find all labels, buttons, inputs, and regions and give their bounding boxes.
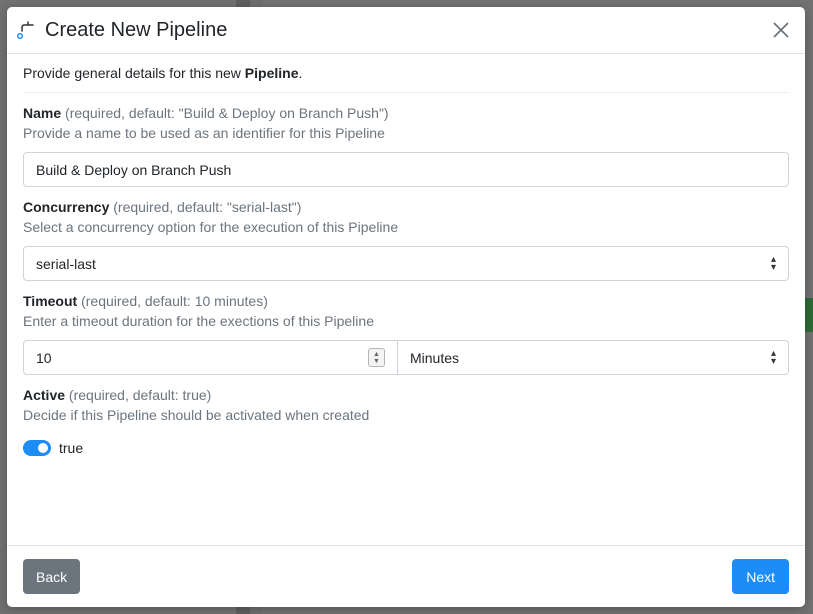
timeout-number-input[interactable]: 10 ▲ ▼ xyxy=(23,340,398,375)
back-button[interactable]: Back xyxy=(23,559,81,594)
next-button[interactable]: Next xyxy=(732,559,789,594)
close-icon[interactable] xyxy=(769,18,793,42)
active-help: Decide if this Pipeline should be activa… xyxy=(23,407,370,423)
active-toggle-label: true xyxy=(59,440,84,456)
modal-header: Create New Pipeline xyxy=(7,7,805,54)
name-field: Name (required, default: "Build & Deploy… xyxy=(23,103,789,187)
select-caret-icon: ▴ ▾ xyxy=(770,253,776,273)
modal-footer: Back Next xyxy=(7,545,805,607)
timeout-help: Enter a timeout duration for the exectio… xyxy=(23,313,374,329)
concurrency-select-value: serial-last xyxy=(36,255,96,272)
name-help: Provide a name to be used as an identifi… xyxy=(23,125,385,141)
name-input-value: Build & Deploy on Branch Push xyxy=(36,161,232,178)
timeout-field: Timeout (required, default: 10 minutes) … xyxy=(23,291,789,375)
intro-bold: Pipeline xyxy=(244,65,299,81)
concurrency-label: Concurrency (required, default: "serial-… xyxy=(23,199,302,215)
timeout-number-value: 10 xyxy=(36,349,52,366)
active-toggle-row: true xyxy=(23,440,789,456)
name-label: Name (required, default: "Build & Deploy… xyxy=(23,105,389,121)
select-caret-icon: ▴ ▾ xyxy=(770,347,776,367)
concurrency-help: Select a concurrency option for the exec… xyxy=(23,219,399,235)
create-pipeline-modal: Create New Pipeline Provide general deta… xyxy=(7,7,805,607)
name-input[interactable]: Build & Deploy on Branch Push xyxy=(23,152,789,187)
timeout-unit-value: Minutes xyxy=(410,349,460,366)
active-toggle-switch[interactable] xyxy=(23,440,51,456)
timeout-row: 10 ▲ ▼ Minutes ▴ ▾ xyxy=(23,340,789,375)
number-stepper-icon[interactable]: ▲ ▼ xyxy=(368,348,385,367)
timeout-unit-select[interactable]: Minutes ▴ ▾ xyxy=(398,340,789,375)
active-label: Active (required, default: true) xyxy=(23,387,212,403)
timeout-label: Timeout (required, default: 10 minutes) xyxy=(23,293,268,309)
concurrency-select[interactable]: serial-last ▴ ▾ xyxy=(23,246,789,281)
active-field: Active (required, default: true) Decide … xyxy=(23,385,789,456)
toggle-knob xyxy=(38,443,48,453)
pipeline-faucet-icon xyxy=(15,19,37,41)
modal-title: Create New Pipeline xyxy=(45,18,228,41)
concurrency-field: Concurrency (required, default: "serial-… xyxy=(23,197,789,281)
modal-body: Provide general details for this new Pip… xyxy=(7,54,805,456)
intro-text: Provide general details for this new Pip… xyxy=(23,65,789,93)
